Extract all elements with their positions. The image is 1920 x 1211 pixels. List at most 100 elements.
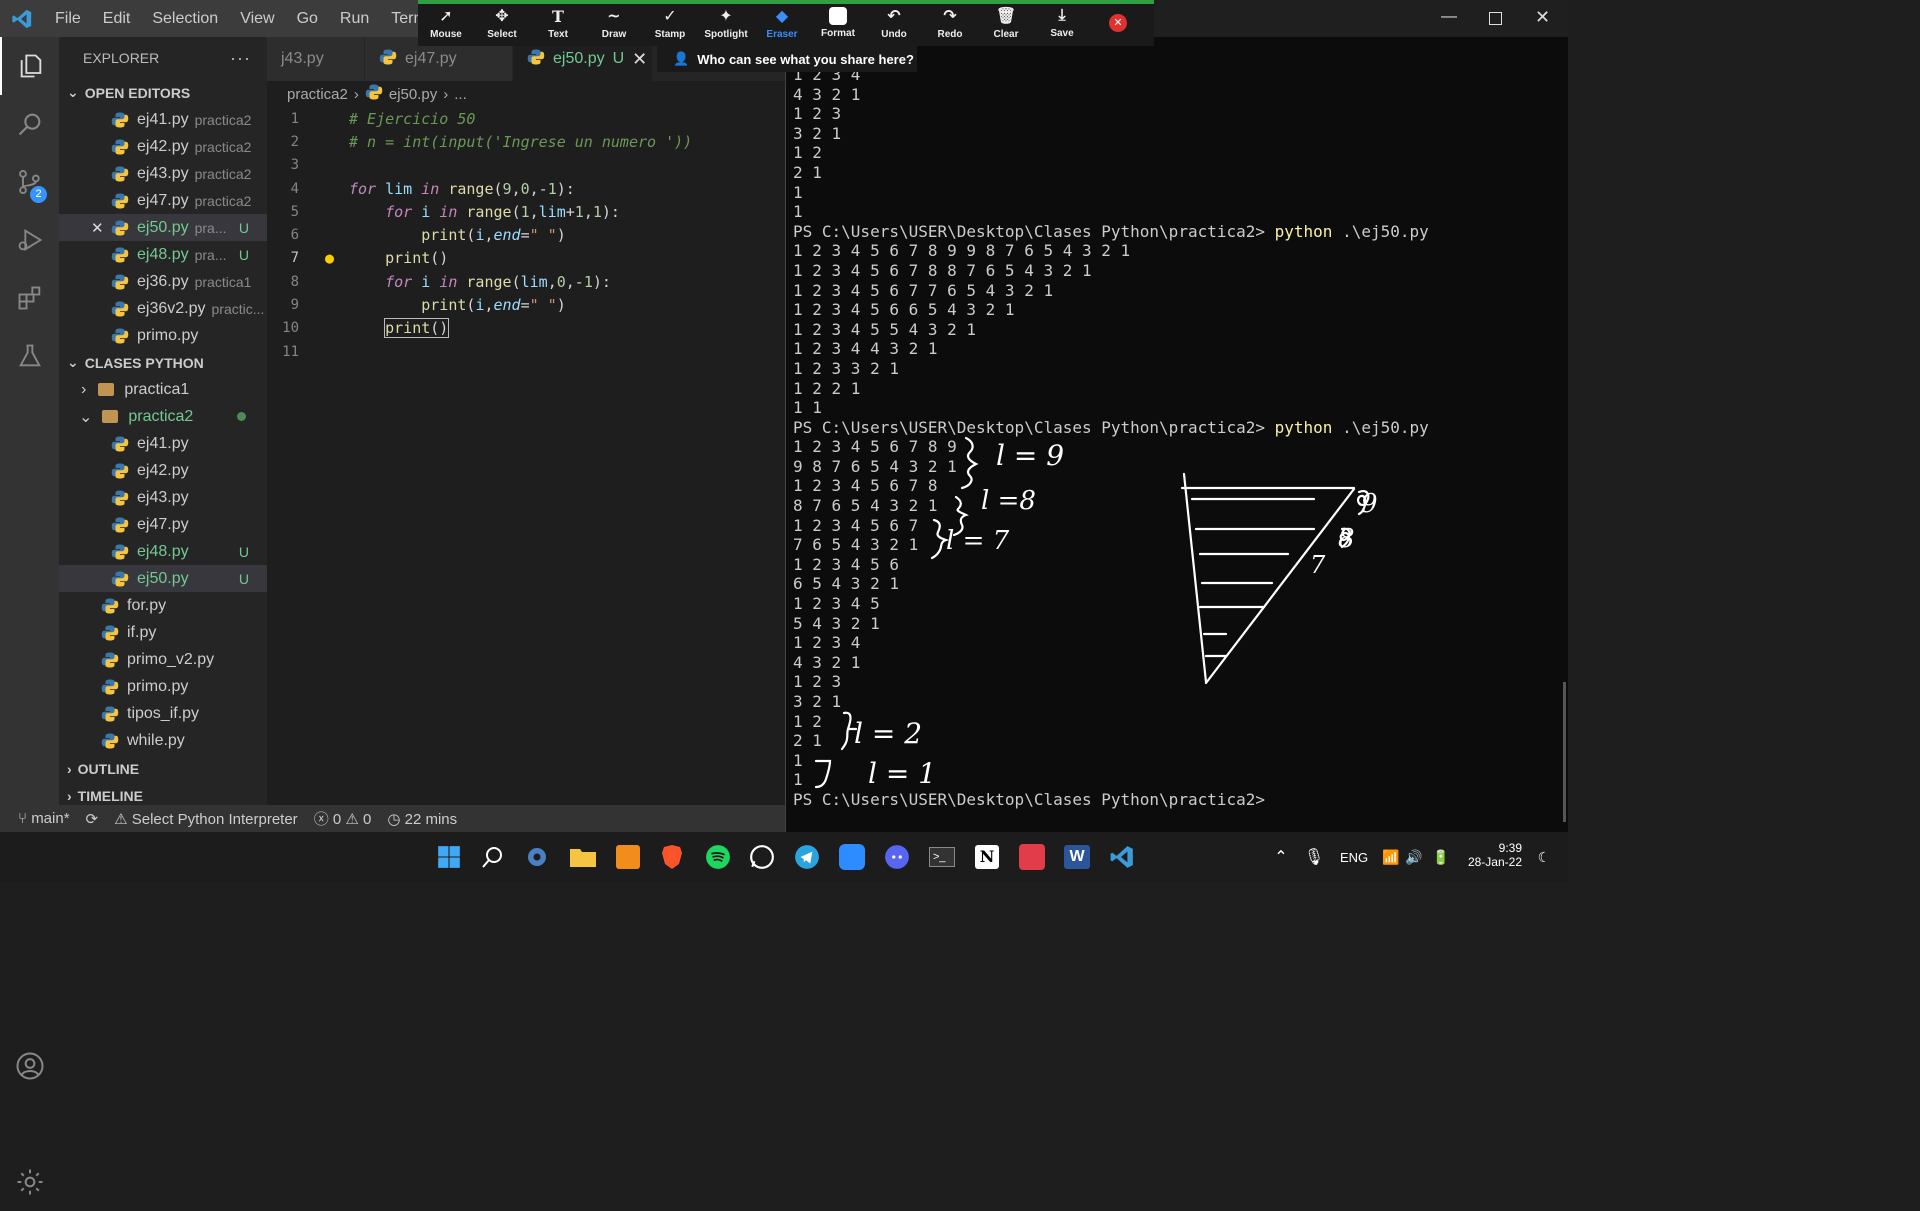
explorer-sidebar: EXPLORER ··· ⌄ OPEN EDITORS ej41.py pract… [59, 37, 267, 805]
whatsapp-icon[interactable] [746, 842, 778, 872]
menu-view[interactable]: View [229, 10, 285, 28]
stamp-tool-button[interactable]: ✓ Stamp [642, 0, 698, 46]
terminal-icon[interactable]: >_ [926, 842, 958, 872]
brave-browser-icon[interactable] [656, 842, 688, 872]
redo-icon: ↷ [943, 8, 957, 25]
file-tree-item[interactable]: tipos_if.py [59, 700, 267, 727]
close-editor-icon[interactable]: ✕ [91, 219, 104, 237]
draw-icon: ∼ [607, 8, 621, 25]
file-tree-item[interactable]: primo_v2.py [59, 646, 267, 673]
chevron-up-icon[interactable]: ⌃ [1265, 842, 1297, 872]
share-notice[interactable]: 👤 Who can see what you share here? [657, 46, 917, 72]
file-tree-item[interactable]: if.py [59, 619, 267, 646]
problems-status[interactable]: ⓧ 0 ⚠ 0 [314, 808, 372, 829]
workspace-header[interactable]: ⌄ CLASES PYTHON [59, 349, 267, 376]
menu-run[interactable]: Run [329, 10, 380, 28]
todo-app-icon[interactable] [1016, 842, 1048, 872]
file-tree-item[interactable]: ej50.py U [59, 565, 267, 592]
file-tree-item[interactable]: while.py [59, 727, 267, 754]
text-tool-button[interactable]: T Text [530, 0, 586, 46]
code-editor[interactable]: 1 # Ejercicio 50 2 # n = int(input('Ingres… [267, 107, 785, 805]
outline-header[interactable]: › OUTLINE [59, 755, 267, 782]
clock[interactable]: 9:39 28-Jan-22 [1466, 841, 1522, 869]
format-tool-button[interactable]: Format [810, 0, 866, 46]
lightbulb-icon[interactable]: ● [325, 249, 334, 267]
settings-gear-icon[interactable] [0, 1153, 59, 1211]
zoom-icon[interactable] [836, 842, 868, 872]
close-window-icon[interactable]: ✕ [1535, 7, 1550, 28]
menu-selection[interactable]: Selection [141, 10, 229, 28]
open-editor-item[interactable]: ej48.py pra... U [59, 241, 267, 268]
explorer-icon[interactable] [0, 37, 59, 95]
file-tree-item[interactable]: ej48.py U [59, 538, 267, 565]
breadcrumb-file[interactable]: ej50.py [389, 86, 437, 103]
file-explorer-icon[interactable] [567, 842, 599, 872]
windows-start-icon[interactable] [433, 842, 465, 872]
branch-status[interactable]: ⑂ main* [18, 810, 70, 827]
tab-j43[interactable]: j43.py [267, 37, 365, 81]
terminal-panel[interactable]: 1 2 3 44 3 2 11 2 33 2 11 22 1 1 1 PS C:\Us… [785, 37, 1568, 832]
annotation-l8: l =8 [981, 486, 1036, 516]
open-editor-item[interactable]: ej36v2.py practic... [59, 295, 267, 322]
maximize-icon[interactable] [1489, 12, 1502, 25]
menu-file[interactable]: File [44, 10, 92, 28]
open-editor-item[interactable]: ej41.py practica2 [59, 106, 267, 133]
account-icon[interactable] [0, 1037, 59, 1095]
mouse-tool-button[interactable]: ➚ Mouse [418, 0, 474, 46]
settings-gear-icon[interactable] [521, 842, 553, 872]
search-icon[interactable] [0, 95, 59, 153]
save-button[interactable]: ⤓ Save [1034, 0, 1090, 46]
open-editor-item[interactable]: primo.py [59, 322, 267, 349]
open-editor-item[interactable]: ej36.py practica1 [59, 268, 267, 295]
vscode-taskbar-icon[interactable] [1106, 842, 1138, 872]
interpreter-status[interactable]: ⚠ Select Python Interpreter [114, 810, 298, 828]
spotify-icon[interactable] [702, 842, 734, 872]
telegram-icon[interactable] [791, 842, 823, 872]
draw-tool-button[interactable]: ∼ Draw [586, 0, 642, 46]
menu-go[interactable]: Go [286, 10, 329, 28]
search-icon[interactable] [477, 842, 509, 872]
terminal-scrollbar[interactable] [1563, 682, 1566, 822]
folder-practica2[interactable]: ⌄ practica2 [59, 403, 267, 430]
close-toolbar-button[interactable]: ✕ [1090, 0, 1146, 46]
word-icon[interactable]: W [1061, 842, 1093, 872]
source-control-icon[interactable]: 2 [0, 153, 59, 211]
select-tool-button[interactable]: ✥ Select [474, 0, 530, 46]
file-tree-item[interactable]: ej41.py [59, 430, 267, 457]
notion-icon[interactable]: N [971, 842, 1003, 872]
spotlight-tool-button[interactable]: ✦ Spotlight [698, 0, 754, 46]
sublime-text-icon[interactable] [612, 842, 644, 872]
open-editors-header[interactable]: ⌄ OPEN EDITORS [59, 79, 267, 106]
minimize-icon[interactable]: — [1441, 8, 1457, 26]
more-actions-icon[interactable]: ··· [230, 48, 251, 69]
notifications-icon[interactable]: ☾ [1528, 842, 1560, 872]
folder-practica1[interactable]: › practica1 [59, 376, 267, 403]
timeline-label: TIMELINE [77, 787, 144, 804]
discord-icon[interactable] [881, 842, 913, 872]
open-editor-item[interactable]: ✕ ej50.py pra... U [59, 214, 267, 241]
file-tree-item[interactable]: ej42.py [59, 457, 267, 484]
file-tree-item[interactable]: ej43.py [59, 484, 267, 511]
file-tree-item[interactable]: ej47.py [59, 511, 267, 538]
breadcrumb-symbol[interactable]: ... [454, 86, 467, 103]
close-tab-icon[interactable]: ✕ [632, 49, 647, 70]
language-indicator[interactable]: ENG [1340, 850, 1368, 865]
open-editor-item[interactable]: ej43.py practica2 [59, 160, 267, 187]
redo-button[interactable]: ↷ Redo [922, 0, 978, 46]
battery-icon[interactable]: 🔋 [1425, 842, 1457, 872]
run-debug-icon[interactable] [0, 211, 59, 269]
open-editor-item[interactable]: ej42.py practica2 [59, 133, 267, 160]
file-tree-item[interactable]: for.py [59, 592, 267, 619]
sync-icon[interactable]: ⟳ [86, 810, 99, 828]
undo-button[interactable]: ↶ Undo [866, 0, 922, 46]
time-status[interactable]: ◷ 22 mins [387, 810, 457, 828]
menu-edit[interactable]: Edit [92, 10, 142, 28]
open-editor-item[interactable]: ej47.py practica2 [59, 187, 267, 214]
file-tree-item[interactable]: primo.py [59, 673, 267, 700]
clear-button[interactable]: 🗑 Clear [978, 0, 1034, 46]
extensions-icon[interactable] [0, 269, 59, 327]
microphone-icon[interactable]: 🎙 [1298, 842, 1330, 872]
testing-flask-icon[interactable] [0, 327, 59, 385]
eraser-tool-button[interactable]: ◆ Eraser [754, 0, 810, 46]
breadcrumb-folder[interactable]: practica2 [287, 86, 348, 103]
